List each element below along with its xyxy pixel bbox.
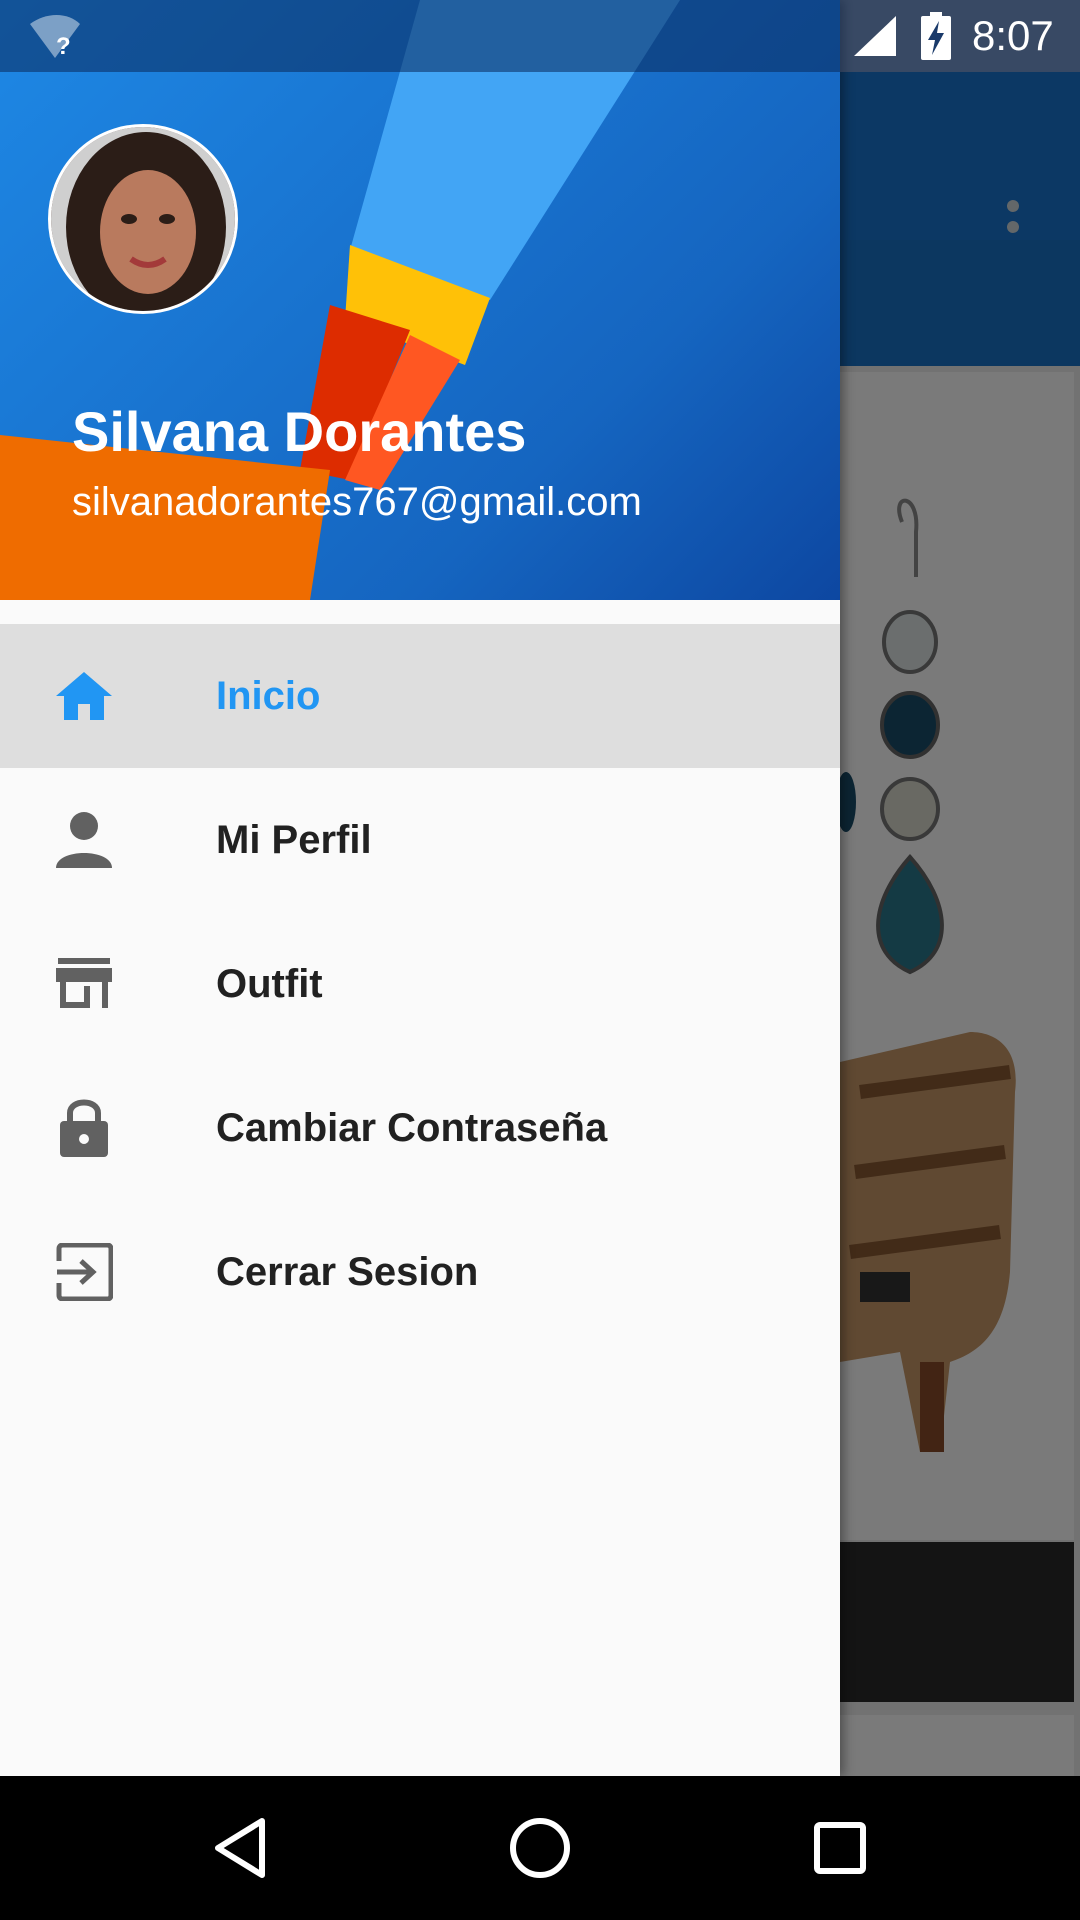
recents-icon[interactable] [804,1812,876,1884]
exit-icon [48,1242,120,1302]
drawer-item-label: Outfit [216,962,323,1006]
battery-charging-icon [921,12,951,60]
back-icon[interactable] [204,1812,276,1884]
drawer-header: Silvana Dorantes silvanadorantes767@gmai… [0,0,840,600]
app-screen: ? 8:07 Silvana Dorantes silvanadorantes7… [0,0,1080,1920]
user-photo [51,127,235,311]
cell-signal-icon [854,16,896,56]
status-time: 8:07 [972,12,1054,59]
system-nav-bar [0,1776,1080,1920]
svg-text:?: ? [56,33,71,60]
store-icon [48,954,120,1014]
drawer-item-inicio[interactable]: Inicio [0,624,840,768]
home-icon [48,666,120,726]
user-name: Silvana Dorantes [72,400,527,463]
user-email: silvanadorantes767@gmail.com [72,480,642,524]
drawer-item-cerrar-sesion[interactable]: Cerrar Sesion [0,1200,840,1344]
drawer-menu: Inicio Mi Perfil Outfit Cambiar Contrase… [0,624,840,1344]
drawer-item-label: Cerrar Sesion [216,1250,479,1294]
home-circle-icon[interactable] [504,1812,576,1884]
navigation-drawer: Silvana Dorantes silvanadorantes767@gmai… [0,0,840,1776]
avatar[interactable] [48,124,238,314]
status-bar: ? 8:07 [0,0,1080,72]
drawer-item-label: Mi Perfil [216,818,372,862]
lock-icon [48,1098,120,1158]
drawer-item-outfit[interactable]: Outfit [0,912,840,1056]
drawer-item-label: Inicio [216,674,321,718]
drawer-item-cambiar-contrasena[interactable]: Cambiar Contraseña [0,1056,840,1200]
wifi-unknown-icon: ? [30,15,80,60]
drawer-item-label: Cambiar Contraseña [216,1106,608,1150]
drawer-item-mi-perfil[interactable]: Mi Perfil [0,768,840,912]
person-icon [48,810,120,870]
